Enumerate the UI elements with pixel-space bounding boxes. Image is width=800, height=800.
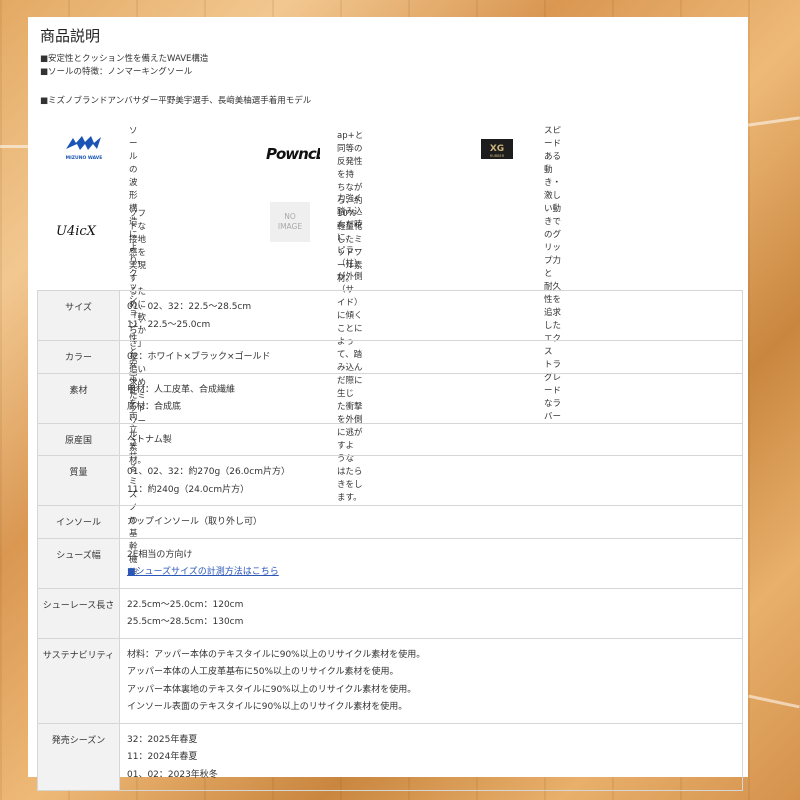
- svg-text:U4icX: U4icX: [56, 224, 97, 239]
- svg-text:MIZUNO WAVE: MIZUNO WAVE: [66, 155, 103, 161]
- spec-label: 質量: [37, 455, 120, 506]
- spec-label: 原産国: [37, 422, 120, 456]
- spec-value: 材料：アッパー本体のテキスタイルに90%以上のリサイクル素材を使用。 アッパー本…: [119, 637, 743, 724]
- spec-value: 01、02、32：約270g（26.0cm片方） 11：約240g（24.0cm…: [119, 455, 743, 506]
- xg-rubber-logo-icon: XG RUBBER: [480, 138, 514, 160]
- spec-label: カラー: [37, 340, 120, 374]
- svg-text:PowncE: PowncE: [266, 145, 320, 163]
- spec-value: 22.5cm〜25.0cm：120cm 25.5cm〜28.5cm：130cm: [119, 587, 743, 639]
- court-line: [748, 694, 800, 709]
- ambassador-note: ■ミズノブランドアンバサダー平野美宇選手、長﨑美柚選手着用モデル: [40, 96, 312, 106]
- table-row: 素材 甲材：人工皮革、合成繊維 底材：合成底: [37, 372, 743, 424]
- feature-list: ■安定性とクッション性を備えたWAVE構造 ■ソールの特徴：ノンマーキングソール…: [40, 53, 311, 108]
- spec-label: 素材: [37, 372, 120, 424]
- spec-value: 2E相当の方向け ■シューズサイズの計測方法はこちら: [119, 537, 743, 589]
- spec-label: シューズ幅: [37, 537, 120, 589]
- no-image-text: NO IMAGE: [277, 212, 303, 231]
- court-line: [748, 116, 800, 127]
- svg-text:RUBBER: RUBBER: [490, 154, 505, 158]
- spec-label: 発売シーズン: [37, 722, 120, 791]
- spec-label: サステナビリティ: [37, 637, 120, 724]
- court-line: [0, 145, 28, 148]
- table-row: 発売シーズン 32：2025年春夏 11：2024年春夏 01、02：2023年…: [37, 722, 743, 791]
- spec-value: 02：ホワイト×ブラック×ゴールド: [119, 340, 743, 374]
- shoe-size-measurement-link[interactable]: ■シューズサイズの計測方法はこちら: [127, 567, 279, 577]
- section-title: 商品説明: [40, 27, 101, 45]
- table-row: サステナビリティ 材料：アッパー本体のテキスタイルに90%以上のリサイクル素材を…: [37, 637, 743, 724]
- table-row: サイズ 01、02、32：22.5〜28.5cm 11：22.5〜25.0cm: [37, 290, 743, 341]
- spec-table: サイズ 01、02、32：22.5〜28.5cm 11：22.5〜25.0cm …: [37, 290, 743, 791]
- mizuno-wave-logo-icon: MIZUNO WAVE: [64, 135, 104, 161]
- u4icx-logo-icon: U4icX: [54, 220, 116, 240]
- table-row: 質量 01、02、32：約270g（26.0cm片方） 11：約240g（24.…: [37, 455, 743, 506]
- svg-text:XG: XG: [490, 144, 504, 154]
- table-row: シューズ幅 2E相当の方向け ■シューズサイズの計測方法はこちら: [37, 537, 743, 589]
- no-image-placeholder-icon: NO IMAGE: [270, 202, 310, 242]
- table-row: インソール カップインソール（取り外し可）: [37, 505, 743, 539]
- spec-value: 甲材：人工皮革、合成繊維 底材：合成底: [119, 372, 743, 424]
- product-description-panel: 商品説明 ■安定性とクッション性を備えたWAVE構造 ■ソールの特徴：ノンマーキ…: [28, 17, 748, 791]
- spec-value: 01、02、32：22.5〜28.5cm 11：22.5〜25.0cm: [119, 290, 743, 341]
- spec-label: インソール: [37, 505, 120, 539]
- feature-item: ■ソールの特徴：ノンマーキングソール: [40, 67, 193, 77]
- spec-value: ベトナム製: [119, 422, 743, 456]
- table-row: カラー 02：ホワイト×ブラック×ゴールド: [37, 340, 743, 374]
- spec-label: シューレース長さ: [37, 587, 120, 639]
- table-row: シューレース長さ 22.5cm〜25.0cm：120cm 25.5cm〜28.5…: [37, 587, 743, 639]
- feature-item: ■安定性とクッション性を備えたWAVE構造: [40, 54, 209, 64]
- table-row: 原産国 ベトナム製: [37, 422, 743, 456]
- spec-value: カップインソール（取り外し可）: [119, 505, 743, 539]
- spec-value: 32：2025年春夏 11：2024年春夏 01、02：2023年秋冬: [119, 722, 743, 791]
- pownce-logo-icon: PowncE: [264, 143, 328, 165]
- spec-label: サイズ: [37, 290, 120, 341]
